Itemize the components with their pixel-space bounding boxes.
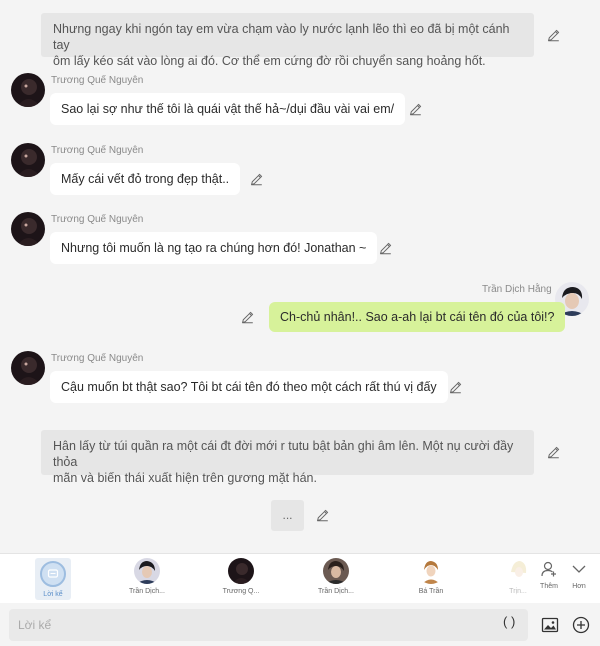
- character-selector: Lời kể Trần Dịch... Trương Q... Trần Dịc…: [0, 553, 600, 603]
- message-input[interactable]: [9, 609, 528, 641]
- narration-line: ôm lấy kéo sát vào lòng ai đó. Cơ thể em…: [53, 54, 486, 68]
- character-narration[interactable]: Lời kể: [35, 558, 71, 600]
- narration-message[interactable]: Nhưng ngay khi ngón tay em vừa chạm vào …: [41, 13, 534, 68]
- image-icon: [541, 617, 559, 633]
- plus-circle-icon: [572, 616, 590, 634]
- message-bubble[interactable]: Nhưng tôi muốn là ng tạo ra chúng hơn đó…: [50, 232, 378, 264]
- more-label: Thêm: [540, 583, 558, 590]
- avatar: [505, 558, 531, 584]
- character-label: Bá Trần: [418, 588, 444, 595]
- avatar[interactable]: [11, 351, 45, 385]
- narration-message[interactable]: Hân lấy từ túi quần ra một cái đt đời mớ…: [41, 430, 534, 485]
- message-bubble-own[interactable]: Ch-chủ nhân!.. Sao a-ah lại bt cái tên đ…: [269, 302, 566, 332]
- sender-name: Trần Dịch Hằng: [482, 284, 552, 295]
- edit-icon[interactable]: [314, 507, 330, 523]
- image-button[interactable]: [541, 616, 559, 634]
- message-bubble[interactable]: Cậu muốn bt thật sao? Tôi bt cái tên đó …: [50, 371, 448, 403]
- narration-line: mãn và biến thái xuất hiện trên gương mặ…: [53, 471, 317, 485]
- sender-name: Trương Quế Nguyên: [51, 145, 144, 156]
- edit-icon[interactable]: [545, 444, 561, 460]
- narration-icon: [40, 561, 66, 587]
- chat-log[interactable]: Nhưng ngay khi ngón tay em vừa chạm vào …: [0, 0, 600, 553]
- character-tran-dich-2[interactable]: Trần Dịch...: [306, 558, 366, 600]
- add-person-icon: [541, 561, 556, 577]
- character-truong-q[interactable]: Trương Q...: [211, 558, 271, 600]
- paren-button[interactable]: ( ): [503, 614, 515, 629]
- avatar: [134, 558, 160, 584]
- message-bubble[interactable]: Sao lại sợ như thế tôi là quái vật thế h…: [50, 93, 406, 125]
- character-label: Trương Q...: [222, 588, 260, 595]
- collapse-button[interactable]: Hơn: [564, 560, 594, 590]
- avatar: [323, 558, 349, 584]
- add-button[interactable]: [572, 616, 590, 634]
- character-label: Trần Dịch...: [129, 588, 165, 595]
- chevron-down-icon: [572, 565, 586, 573]
- narration-line: Nhưng ngay khi ngón tay em vừa chạm vào …: [53, 22, 510, 52]
- character-ba-tran[interactable]: Bá Trần: [401, 558, 461, 600]
- avatar[interactable]: [11, 143, 45, 177]
- edit-icon[interactable]: [377, 240, 393, 256]
- avatar: [418, 558, 444, 584]
- edit-icon[interactable]: [239, 309, 255, 325]
- edit-icon[interactable]: [447, 379, 463, 395]
- message-bubble[interactable]: Mấy cái vết đỏ trong đẹp thật..: [50, 163, 241, 195]
- edit-icon[interactable]: [248, 171, 264, 187]
- sender-name: Trương Quế Nguyên: [51, 75, 144, 86]
- character-label: Trần Dịch...: [318, 588, 354, 595]
- character-tran-dich-1[interactable]: Trần Dịch...: [117, 558, 177, 600]
- sender-name: Trương Quế Nguyên: [51, 353, 144, 364]
- edit-icon[interactable]: [407, 101, 423, 117]
- avatar[interactable]: [11, 73, 45, 107]
- collapse-label: Hơn: [572, 583, 586, 590]
- typing-indicator: ...: [271, 500, 304, 531]
- character-label: Lời kể: [43, 591, 63, 598]
- edit-icon[interactable]: [545, 27, 561, 43]
- sender-name: Trương Quế Nguyên: [51, 214, 144, 225]
- avatar[interactable]: [11, 212, 45, 246]
- avatar: [228, 558, 254, 584]
- add-character-button[interactable]: Thêm: [534, 560, 564, 590]
- narration-line: Hân lấy từ túi quần ra một cái đt đời mớ…: [53, 439, 514, 469]
